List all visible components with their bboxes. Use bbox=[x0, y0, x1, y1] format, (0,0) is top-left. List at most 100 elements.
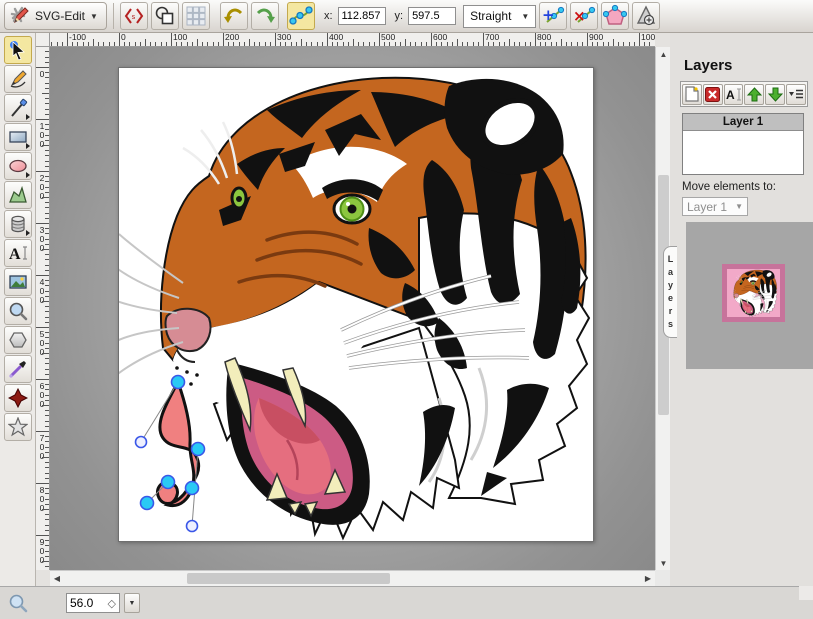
svg-text:+: + bbox=[542, 6, 555, 24]
delete-node-button[interactable]: × bbox=[570, 2, 598, 30]
move-elements-select[interactable]: Layer 1 ▼ bbox=[682, 197, 748, 216]
layer-list[interactable]: Layer 1 bbox=[682, 113, 804, 175]
scroll-left-arrow-icon[interactable]: ◀ bbox=[50, 571, 64, 586]
new-layer-button[interactable] bbox=[682, 84, 702, 105]
zoom-magnifier-icon bbox=[8, 593, 28, 618]
svg-page[interactable] bbox=[118, 67, 594, 542]
source-code-icon: s bbox=[123, 5, 145, 27]
new-layer-icon bbox=[685, 86, 699, 102]
image-icon bbox=[8, 272, 28, 292]
logo-pencil-icon bbox=[10, 5, 30, 28]
tool-ellipse[interactable] bbox=[4, 152, 32, 180]
left-toolbar: A bbox=[0, 33, 36, 586]
canvas-workarea[interactable] bbox=[50, 47, 655, 570]
left-ruler: 0100200300400500600700800900 bbox=[36, 47, 50, 570]
source-code-button[interactable]: s bbox=[120, 2, 148, 30]
shapes-icon bbox=[154, 5, 176, 27]
layers-panel-handle[interactable]: Layers bbox=[663, 246, 677, 338]
tool-polygon[interactable] bbox=[4, 326, 32, 354]
delete-node-icon: × bbox=[572, 4, 596, 28]
layer-thumbnail-frame[interactable] bbox=[722, 264, 785, 322]
resize-grip bbox=[799, 586, 813, 600]
path-edit-mode-button[interactable] bbox=[287, 2, 315, 30]
tool-shape-library[interactable] bbox=[4, 210, 32, 238]
layer-list-item[interactable]: Layer 1 bbox=[683, 114, 803, 131]
path-node bbox=[172, 376, 185, 389]
open-path-icon bbox=[603, 4, 627, 28]
layer-up-arrow-icon bbox=[747, 87, 762, 102]
redo-icon bbox=[254, 5, 276, 27]
main-menu-button[interactable]: SVG-Edit ▼ bbox=[4, 2, 107, 30]
tool-image[interactable] bbox=[4, 268, 32, 296]
tool-select[interactable] bbox=[4, 36, 32, 64]
y-coordinate-input[interactable] bbox=[408, 7, 456, 25]
add-node-button[interactable]: + bbox=[539, 2, 567, 30]
x-coordinate-input[interactable] bbox=[338, 7, 386, 25]
line-pen-icon bbox=[8, 98, 28, 118]
undo-icon bbox=[223, 5, 245, 27]
text-icon: A bbox=[8, 243, 28, 263]
svg-edit-app: SVG-Edit ▼ s bbox=[0, 0, 813, 619]
path-node bbox=[192, 443, 205, 456]
horizontal-scrollbar[interactable]: ◀ ▶ bbox=[50, 570, 655, 586]
zoom-dropdown-button[interactable]: ▼ bbox=[124, 593, 140, 613]
layer-down-button[interactable] bbox=[765, 84, 785, 105]
grid-button[interactable] bbox=[182, 2, 210, 30]
ruler-corner bbox=[36, 33, 50, 47]
chevron-down-icon: ▼ bbox=[735, 202, 743, 211]
redo-button[interactable] bbox=[251, 2, 279, 30]
scroll-right-arrow-icon[interactable]: ▶ bbox=[641, 571, 655, 586]
tool-star[interactable] bbox=[4, 413, 32, 441]
delete-layer-icon bbox=[705, 87, 720, 102]
tool-rect[interactable] bbox=[4, 123, 32, 151]
x-coordinate-label: x: bbox=[324, 10, 333, 22]
path-edit-overlay[interactable] bbox=[119, 68, 593, 541]
horizontal-scroll-thumb[interactable] bbox=[187, 573, 390, 584]
hexagon-icon bbox=[8, 330, 28, 350]
wedge-tool-icon bbox=[634, 4, 658, 28]
zoom-spinner-icon[interactable]: ◇ bbox=[108, 597, 116, 610]
scrollbar-corner bbox=[655, 570, 670, 586]
open-path-button[interactable] bbox=[601, 2, 629, 30]
layer-thumbnail bbox=[727, 269, 780, 317]
tool-pencil[interactable] bbox=[4, 65, 32, 93]
svg-text:A: A bbox=[726, 88, 735, 102]
ornament-icon bbox=[8, 388, 28, 408]
svg-text:s: s bbox=[132, 13, 136, 21]
wedge-tool-button[interactable] bbox=[632, 2, 660, 30]
tool-path[interactable] bbox=[4, 181, 32, 209]
layers-toolbar: A bbox=[680, 81, 808, 107]
main-menu-label: SVG-Edit bbox=[35, 9, 85, 23]
path-node bbox=[162, 476, 175, 489]
rectangle-icon bbox=[8, 127, 28, 147]
path-node bbox=[141, 497, 154, 510]
scroll-down-arrow-icon[interactable]: ▼ bbox=[656, 556, 671, 570]
ellipse-icon bbox=[8, 156, 28, 176]
tool-ornament[interactable] bbox=[4, 384, 32, 412]
undo-button[interactable] bbox=[220, 2, 248, 30]
toolbar-divider bbox=[113, 3, 114, 29]
zoom-level-input[interactable] bbox=[70, 596, 102, 610]
top-toolbar: SVG-Edit ▼ s bbox=[0, 0, 813, 33]
svg-text:×: × bbox=[573, 7, 586, 25]
grid-icon bbox=[186, 6, 206, 26]
layer-up-button[interactable] bbox=[744, 84, 764, 105]
tool-text[interactable]: A bbox=[4, 239, 32, 267]
path-node bbox=[186, 482, 199, 495]
tool-zoom[interactable] bbox=[4, 297, 32, 325]
zoom-level-field[interactable]: ◇ bbox=[66, 593, 120, 613]
segment-type-select[interactable]: Straight ▼ bbox=[463, 5, 536, 28]
delete-layer-button[interactable] bbox=[703, 84, 723, 105]
add-node-icon: + bbox=[541, 4, 565, 28]
y-coordinate-label: y: bbox=[395, 10, 404, 22]
scroll-up-arrow-icon[interactable]: ▲ bbox=[656, 47, 671, 61]
tool-eyedropper[interactable] bbox=[4, 355, 32, 383]
shapes-button[interactable] bbox=[151, 2, 179, 30]
tool-line[interactable] bbox=[4, 94, 32, 122]
chevron-down-icon: ▼ bbox=[90, 12, 98, 21]
rename-layer-button[interactable]: A bbox=[724, 84, 744, 105]
magnifier-icon bbox=[8, 301, 28, 321]
move-elements-label: Move elements to: bbox=[682, 181, 776, 193]
layer-menu-button[interactable] bbox=[786, 84, 806, 105]
chevron-down-icon: ▼ bbox=[521, 12, 529, 21]
